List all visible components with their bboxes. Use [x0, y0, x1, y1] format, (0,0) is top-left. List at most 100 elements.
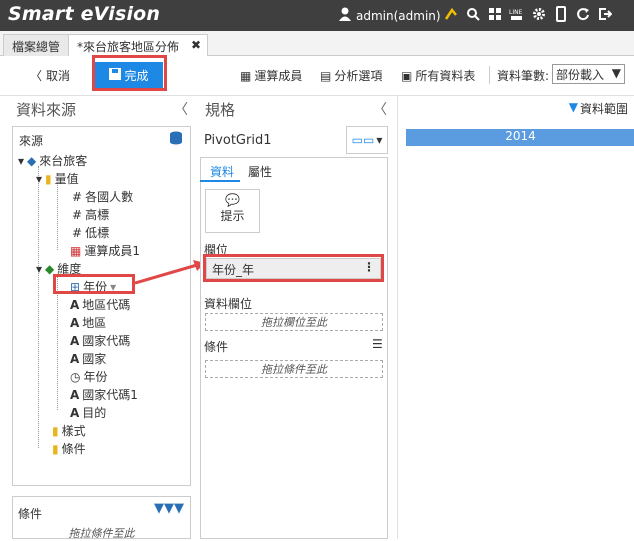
dimension-item[interactable]: A 地區代碼 [70, 296, 130, 313]
record-count-select[interactable]: 部份載入 ▼ [552, 64, 625, 84]
text-field-icon: A [70, 405, 80, 420]
folder-icon: ▮ [52, 441, 59, 456]
hint-button[interactable]: 💬 提示 [205, 189, 260, 233]
dimension-item[interactable]: ◷ 年份 [70, 368, 108, 385]
collapse-source-icon[interactable]: 〈 [174, 99, 188, 119]
source-panel-title: 資料來源 [16, 101, 77, 119]
dimension-label: 國家 [82, 352, 107, 366]
hint-label: 提示 [220, 209, 245, 223]
toolbar-divider [489, 66, 490, 84]
table-icon: ▣ [401, 68, 413, 83]
logout-icon[interactable] [597, 5, 613, 23]
expand-icon: ▾ [36, 261, 43, 276]
data-field-drop[interactable]: 拖拉欄位至此 [205, 313, 383, 331]
dimension-item[interactable]: A 地區 [70, 314, 106, 331]
hash-icon: # [72, 189, 83, 204]
cancel-button[interactable]: 〈取消 [30, 67, 70, 84]
calc-member-item[interactable]: ▦ 運算成員1 [70, 242, 140, 259]
tab-data[interactable]: 資料 [210, 163, 234, 180]
dimension-label: 地區 [82, 316, 107, 330]
active-tab-indicator [200, 180, 240, 182]
analysis-options-button[interactable]: ▤ 分析選項 [320, 67, 382, 84]
app-title: Smart eVision [8, 3, 161, 25]
preview-area: ▼ 資料範圍 2014 [397, 96, 634, 539]
tree-measures[interactable]: ▾ ▮ 量值 [36, 170, 79, 187]
hash-icon: # [72, 225, 83, 240]
dimension-item[interactable]: A 國家代碼1 [70, 386, 138, 403]
calc-member-button[interactable]: ▦ 運算成員 [240, 67, 302, 84]
dropdown-arrow-icon: ▼ [611, 66, 621, 80]
tree-root-label: 來台旅客 [39, 154, 88, 168]
text-field-icon: A [70, 315, 80, 330]
measure-item[interactable]: # 低標 [72, 224, 109, 241]
bottom-condition-box: 條件 ▼▼▼ 拖拉條件至此 [12, 496, 191, 540]
tree-styles[interactable]: ▮ 樣式 [52, 422, 86, 439]
grid-icon[interactable] [487, 5, 503, 23]
year-column-header[interactable]: 2014 [406, 129, 634, 146]
all-tables-button[interactable]: ▣ 所有資料表 [401, 67, 475, 84]
year-highlight [53, 274, 135, 294]
filter-icon: ▼ [568, 100, 578, 114]
source-box-label: 來源 [19, 134, 44, 148]
dimension-label: 國家代碼 [82, 334, 131, 348]
line-icon[interactable]: LINE [509, 5, 525, 23]
list-icon[interactable]: ☰ [372, 337, 383, 351]
chart-icon[interactable] [443, 5, 459, 23]
tab-current-report[interactable]: *來台旅客地區分佈 ✖ [68, 34, 208, 56]
calc-member-label: 運算成員 [254, 69, 303, 83]
expand-icon: ▾ [36, 171, 43, 186]
measure-item[interactable]: # 高標 [72, 206, 109, 223]
all-tables-label: 所有資料表 [415, 69, 476, 83]
data-range-button[interactable]: ▼ 資料範圍 [569, 100, 628, 117]
chevron-left-icon: 〈 [30, 69, 43, 83]
mobile-icon[interactable] [553, 5, 569, 23]
user-icon [338, 7, 352, 24]
tree-line [38, 166, 39, 448]
condition-section-label: 條件 [204, 340, 229, 354]
pivot-type-selector[interactable]: ▭▭ ▾ [346, 126, 388, 154]
measure-label: 高標 [85, 208, 110, 222]
spec-panel-title: 規格 [205, 101, 236, 119]
bottom-condition-label: 條件 [18, 507, 43, 521]
user-menu[interactable]: admin(admin) [338, 7, 441, 24]
dimension-label: 年份 [83, 370, 108, 384]
column-field-highlight [203, 254, 384, 282]
expand-icon: ▾ [18, 153, 25, 168]
database-icon[interactable] [168, 130, 184, 149]
measure-label: 低標 [85, 226, 110, 240]
conditions-label: 條件 [61, 442, 86, 456]
measure-label: 各國人數 [85, 190, 134, 204]
dimension-item[interactable]: A 國家 [70, 350, 106, 367]
dimension-label: 地區代碼 [82, 298, 131, 312]
bottom-condition-drop[interactable]: 拖拉條件至此 [13, 525, 190, 540]
measures-label: 量值 [54, 172, 79, 186]
clock-icon: ◷ [70, 369, 81, 384]
drag-arrow [135, 260, 205, 285]
close-icon[interactable]: ✖ [191, 38, 201, 52]
dimension-item[interactable]: A 國家代碼 [70, 332, 130, 349]
condition-drop[interactable]: 拖拉條件至此 [205, 360, 383, 378]
user-name: admin(admin) [356, 8, 441, 23]
search-icon[interactable] [465, 5, 481, 23]
collapse-spec-icon[interactable]: 〈 [373, 99, 387, 119]
tree-conditions[interactable]: ▮ 條件 [52, 440, 86, 457]
tree-line [57, 183, 58, 250]
tab-attributes[interactable]: 屬性 [248, 163, 272, 180]
filter-icons[interactable]: ▼▼▼ [154, 501, 184, 516]
tab-file-explorer[interactable]: 檔案總管 [3, 34, 70, 56]
comment-icon: 💬 [225, 193, 240, 207]
measure-item[interactable]: # 各國人數 [72, 188, 133, 205]
pivot-icon: ▭▭ [351, 133, 375, 147]
dimension-item[interactable]: A 目的 [70, 404, 106, 421]
tree-root[interactable]: ▾ ◆ 來台旅客 [18, 152, 87, 169]
folder-icon: ▮ [52, 423, 59, 438]
top-bar: Smart eVision admin(admin) LINE [0, 0, 634, 31]
gear-icon[interactable] [531, 5, 547, 23]
text-field-icon: A [70, 333, 80, 348]
svg-text:LINE: LINE [509, 9, 523, 16]
dropdown-arrow-icon: ▾ [376, 133, 383, 147]
refresh-icon[interactable] [575, 5, 591, 23]
hash-icon: # [72, 207, 83, 222]
tab-bar: 檔案總管 *來台旅客地區分佈 ✖ [0, 31, 634, 56]
text-field-icon: A [70, 387, 80, 402]
